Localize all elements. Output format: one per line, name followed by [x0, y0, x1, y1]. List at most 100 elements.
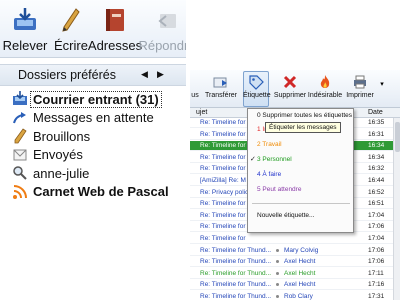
message-author: Axel Hecht — [284, 258, 316, 266]
address-book-label: Adresses — [87, 38, 143, 53]
checkmark-icon: ✓ — [250, 156, 256, 163]
inbox-download-icon — [12, 6, 38, 34]
menu-item-todo[interactable]: 4 À faire — [248, 169, 353, 181]
folder-label: Carnet Web de Pascal — [33, 184, 169, 200]
inbox-icon — [12, 91, 28, 107]
pen-icon — [58, 6, 84, 34]
toolbar-label: us — [191, 92, 199, 99]
folder-inbox[interactable]: Courrier entrant (31) — [0, 90, 186, 109]
search-folder-icon — [12, 165, 28, 181]
forward-icon — [213, 74, 229, 90]
print-icon — [352, 74, 368, 90]
message-subject: Re: Timeline for — [200, 130, 246, 138]
message-toolbar: us Transférer Étiquette Supprimer Indési… — [190, 70, 400, 108]
toolbar-label: Transférer — [204, 92, 238, 99]
arrow-right-icon[interactable]: ▶ — [157, 69, 164, 80]
thunderbird-left-pane: Relever Écrire Adresses Répond Dossiers … — [0, 0, 186, 245]
message-subject: Re: Timeline for Thund... — [200, 269, 272, 277]
message-subject: Re: Timeline for — [200, 200, 246, 208]
folder-rss-feed[interactable]: Carnet Web de Pascal — [0, 183, 186, 202]
favorite-folders-title: Dossiers préférés — [18, 68, 116, 82]
get-mail-label: Relever — [2, 38, 48, 53]
message-subject: Re: Timeline for Thund... — [200, 258, 272, 266]
compose-button[interactable]: Écrire — [54, 0, 88, 58]
junk-flame-icon — [317, 74, 333, 90]
message-author: Mary Colvig — [284, 246, 319, 254]
message-date: 17:16 — [368, 281, 385, 289]
reply-button[interactable]: Répondre — [138, 0, 186, 58]
menu-item-personal[interactable]: ✓ 3 Personnel — [248, 154, 353, 166]
scrollbar-thumb[interactable] — [395, 122, 400, 152]
menu-item-work[interactable]: 2 Travail — [248, 139, 353, 151]
message-date: 16:52 — [368, 188, 385, 196]
tooltip: Étiqueter les messages — [265, 122, 341, 133]
table-row[interactable]: Re: Timeline for Thund... Mary Colvig 17:0… — [190, 246, 400, 256]
print-dropdown[interactable]: ▾ — [378, 70, 386, 108]
message-date: 17:11 — [368, 269, 384, 277]
rss-feed-icon — [12, 184, 28, 200]
forward-button[interactable]: Transférer — [202, 70, 240, 108]
message-subject: Re: Timeline for Thund... — [200, 293, 272, 300]
message-author: Axel Hecht — [284, 281, 316, 289]
column-subject[interactable]: ujet — [196, 109, 207, 116]
message-date: 17:06 — [368, 223, 385, 231]
message-subject: Re: Timeline for — [200, 211, 246, 219]
column-date[interactable]: Date — [368, 109, 383, 116]
read-status-icon[interactable] — [276, 260, 279, 264]
menu-item-label: 4 À faire — [257, 171, 282, 178]
read-status-icon[interactable] — [276, 295, 279, 298]
favorite-folders-header: Dossiers préférés ◀ ▶ — [0, 64, 186, 86]
reply-icon — [154, 6, 180, 34]
print-button[interactable]: Imprimer — [343, 70, 377, 108]
folder-drafts[interactable]: Brouillons — [0, 127, 186, 146]
table-row[interactable]: Re: Timeline for Thund... Axel Hecht 17:11 — [190, 269, 400, 279]
message-date: 16:44 — [368, 177, 385, 184]
folder-sent[interactable]: Envoyés — [0, 146, 186, 165]
folder-label: anne-julie — [33, 165, 90, 181]
menu-item-new-tag[interactable]: Nouvelle étiquette... — [248, 210, 353, 222]
message-date: 17:06 — [368, 258, 385, 266]
arrow-left-icon[interactable]: ◀ — [141, 69, 148, 80]
address-book-button[interactable]: Adresses — [88, 0, 142, 58]
message-subject: Re: Timeline for — [200, 153, 246, 161]
reply-label: Répondre — [138, 38, 186, 53]
message-date: 16:31 — [368, 130, 385, 138]
compose-label: Écrire — [54, 38, 88, 53]
table-row[interactable]: Re: Timeline for Thund... Axel Hecht 17:16 — [190, 280, 400, 291]
menu-item-label: 3 Personnel — [257, 156, 292, 163]
toolbar-label: Supprimer — [273, 92, 307, 99]
menu-item-later[interactable]: 5 Peut attendre — [248, 184, 353, 196]
folder-list: Courrier entrant (31) Messages en attent… — [0, 90, 186, 201]
get-mail-button[interactable]: Relever — [2, 0, 48, 58]
read-status-icon[interactable] — [276, 271, 279, 275]
message-subject: [AmiZilla] Re: M — [200, 177, 246, 184]
delete-button[interactable]: Supprimer — [273, 70, 307, 108]
message-subject: Re: Timeline for Thund... — [200, 246, 272, 254]
message-subject: Re: Timeline for — [200, 142, 246, 150]
menu-item-label: 5 Peut attendre — [257, 186, 302, 193]
table-row[interactable]: Re: Timeline for Thund... Rob Clary 17:31 — [190, 292, 400, 300]
tag-button[interactable]: Étiquette — [243, 70, 271, 108]
junk-button[interactable]: Indésirable — [307, 70, 343, 108]
message-subject: Re: Privacy polic — [200, 188, 249, 196]
menu-item-label: 0 Supprimer toutes les étiquettes — [257, 112, 353, 119]
scrollbar[interactable] — [393, 118, 400, 300]
folder-label: Envoyés — [33, 147, 83, 163]
read-status-icon[interactable] — [276, 248, 279, 252]
message-date: 16:34 — [368, 153, 385, 161]
menu-item-remove-all-tags[interactable]: 0 Supprimer toutes les étiquettes — [248, 110, 353, 122]
folder-label: Courrier entrant (31) — [30, 90, 162, 108]
drafts-icon — [12, 128, 28, 144]
folder-saved-search[interactable]: anne-julie — [0, 164, 186, 183]
table-row[interactable]: Re: Timeline for 17:04 — [190, 234, 400, 244]
folder-outbox[interactable]: Messages en attente — [0, 109, 186, 128]
menu-item-label: 2 Travail — [257, 141, 282, 148]
message-author: Axel Hecht — [284, 269, 316, 277]
table-row[interactable]: Re: Timeline for Thund... Axel Hecht 17:06 — [190, 257, 400, 268]
address-book-icon — [102, 6, 128, 34]
reply-all-button[interactable]: us — [190, 70, 202, 108]
message-date: 16:34 — [368, 142, 385, 150]
message-date: 16:51 — [368, 200, 385, 208]
read-status-icon[interactable] — [276, 283, 279, 287]
tag-icon — [248, 74, 264, 90]
